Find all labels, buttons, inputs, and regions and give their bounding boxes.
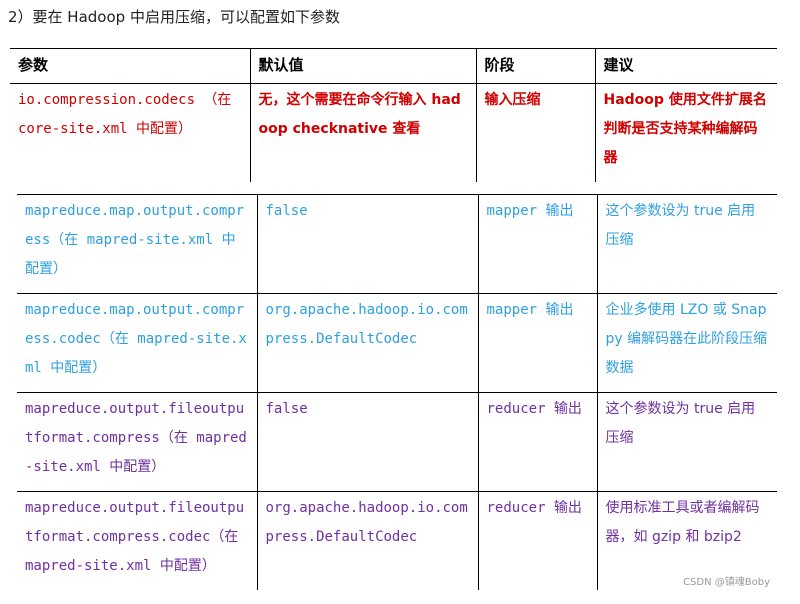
stage-cell: mapper 输出	[478, 293, 598, 393]
default-cell: 无，这个需要在命令行输入 hadoop checknative 查看	[250, 83, 477, 182]
stage-cell: mapper 输出	[478, 194, 598, 294]
table-row: mapreduce.output.fileoutputformat.compre…	[17, 491, 777, 590]
header-row: 参数 默认值 阶段 建议	[10, 48, 777, 84]
param-cell: mapreduce.output.fileoutputformat.compre…	[17, 491, 258, 590]
advice-cell: 这个参数设为 true 启用压缩	[597, 392, 777, 492]
header-param: 参数	[10, 48, 251, 84]
param-cell: mapreduce.output.fileoutputformat.compre…	[17, 392, 258, 492]
param-cell: io.compression.codecs （在 core-site.xml 中…	[10, 83, 251, 182]
config-table-body: mapreduce.map.output.compress（在 mapred-s…	[17, 194, 777, 590]
header-advice: 建议	[595, 48, 777, 84]
watermark: CSDN @镇魂Boby	[683, 577, 770, 588]
default-cell: org.apache.hadoop.io.compress.DefaultCod…	[257, 491, 479, 590]
advice-cell: 这个参数设为 true 启用压缩	[597, 194, 777, 294]
config-table-header: 参数 默认值 阶段 建议 io.compression.codecs （在 co…	[10, 48, 777, 182]
table-row: mapreduce.map.output.compress（在 mapred-s…	[17, 194, 777, 294]
stage-cell: reducer 输出	[478, 392, 598, 492]
header-default: 默认值	[250, 48, 477, 84]
stage-cell: 输入压缩	[476, 83, 596, 182]
stage-cell: reducer 输出	[478, 491, 598, 590]
param-cell: mapreduce.map.output.compress.codec（在 ma…	[17, 293, 258, 393]
page-heading: 2）要在 Hadoop 中启用压缩，可以配置如下参数	[8, 8, 340, 26]
table-row: mapreduce.output.fileoutputformat.compre…	[17, 392, 777, 492]
table-row: mapreduce.map.output.compress.codec（在 ma…	[17, 293, 777, 393]
default-cell: org.apache.hadoop.io.compress.DefaultCod…	[257, 293, 479, 393]
table-row: io.compression.codecs （在 core-site.xml 中…	[10, 83, 777, 182]
default-cell: false	[257, 194, 479, 294]
advice-cell: 企业多使用 LZO 或 Snappy 编解码器在此阶段压缩数据	[597, 293, 777, 393]
default-cell: false	[257, 392, 479, 492]
param-cell: mapreduce.map.output.compress（在 mapred-s…	[17, 194, 258, 294]
advice-cell: Hadoop 使用文件扩展名判断是否支持某种编解码器	[603, 92, 767, 166]
header-stage: 阶段	[476, 48, 596, 84]
